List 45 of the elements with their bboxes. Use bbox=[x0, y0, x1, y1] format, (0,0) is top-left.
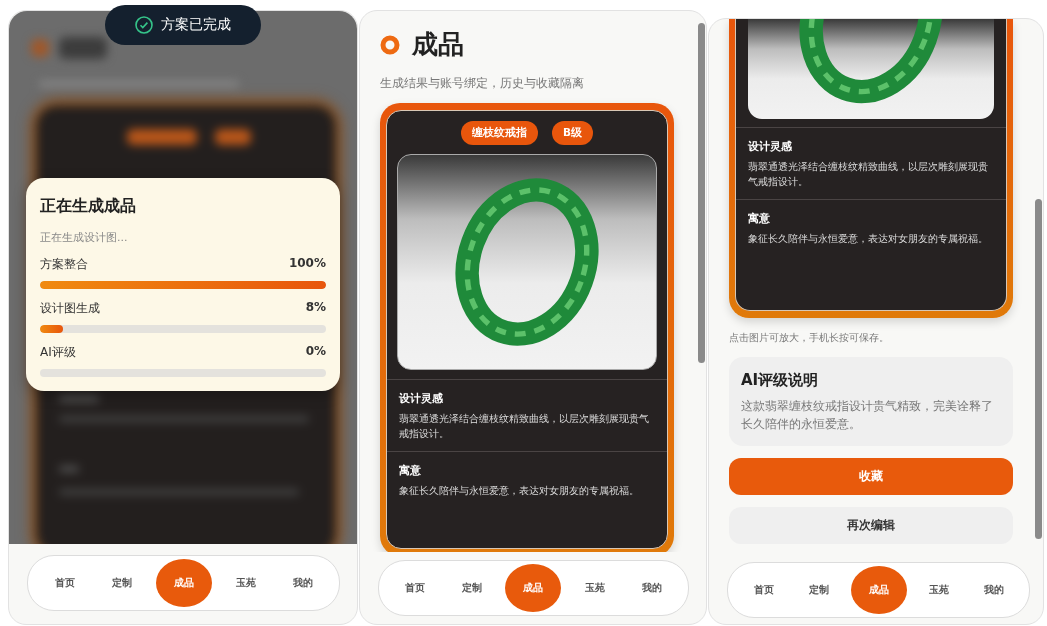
dialog-title: 正在生成成品 bbox=[40, 196, 137, 217]
check-circle-icon bbox=[135, 16, 153, 34]
nav-tab[interactable]: 定制 bbox=[795, 575, 842, 605]
section-text: 象征长久陪伴与永恒爱意，表达对女朋友的专属祝福。 bbox=[748, 232, 989, 246]
toast-text: 方案已完成 bbox=[161, 16, 231, 34]
nav-tab[interactable]: 首页 bbox=[392, 573, 439, 603]
section-heading: 设计灵感 bbox=[748, 139, 793, 154]
rating-title: AI评级说明 bbox=[741, 371, 820, 390]
nav-tab[interactable]: 成品 bbox=[155, 559, 212, 607]
section-text: 象征长久陪伴与永恒爱意，表达对女朋友的专属祝福。 bbox=[399, 484, 640, 498]
tag: B级 bbox=[552, 121, 593, 145]
step-label: 设计图生成 bbox=[40, 300, 100, 317]
step-percent: 8% bbox=[305, 300, 326, 316]
nav-tab[interactable]: 定制 bbox=[448, 573, 495, 603]
section-heading: 寓意 bbox=[748, 211, 771, 226]
edit-button[interactable]: 再次编辑 bbox=[729, 506, 1013, 544]
nav-tab[interactable]: 玉苑 bbox=[572, 573, 619, 603]
nav-tab[interactable]: 我的 bbox=[279, 568, 326, 598]
nav-tab[interactable]: 玉苑 bbox=[915, 575, 962, 605]
step-label: 方案整合 bbox=[40, 256, 88, 273]
step-percent: 0% bbox=[305, 344, 326, 360]
page-title: 成品 bbox=[412, 28, 464, 61]
step-percent: 100% bbox=[288, 256, 326, 272]
hint-text: 点击图片可放大，手机长按可保存。 bbox=[729, 332, 890, 345]
nav-tab[interactable]: 成品 bbox=[505, 564, 562, 612]
section-text: 翡翠通透光泽结合缠枝纹精致曲线，以层次雕刻展现贵气戒指设计。 bbox=[748, 160, 989, 189]
tag: 缠枝纹戒指 bbox=[461, 121, 538, 145]
photo-placeholder[interactable] bbox=[397, 154, 657, 370]
section-text: 翡翠通透光泽结合缠枝纹精致曲线，以层次雕刻展现贵气戒指设计。 bbox=[399, 412, 650, 441]
nav-tab[interactable]: 我的 bbox=[628, 573, 675, 603]
ring-logo-icon bbox=[380, 34, 400, 55]
nav-tab[interactable]: 我的 bbox=[970, 575, 1017, 605]
dialog-subtitle: 正在生成设计图... bbox=[40, 230, 129, 245]
photo-placeholder[interactable] bbox=[748, 19, 994, 119]
favorite-button[interactable]: 收藏 bbox=[729, 457, 1013, 495]
section-heading: 设计灵感 bbox=[399, 391, 444, 406]
section-heading: 寓意 bbox=[399, 463, 422, 478]
rating-text: 这款翡翠缠枝纹戒指设计贵气精致，完美诠释了长久陪伴的永恒爱意。 bbox=[741, 398, 994, 433]
nav-tab[interactable]: 首页 bbox=[41, 568, 88, 598]
page-subtitle: 生成结果与账号绑定，历史与收藏隔离 bbox=[380, 76, 585, 91]
step-label: AI评级 bbox=[40, 344, 76, 361]
nav-tab[interactable]: 成品 bbox=[850, 566, 907, 614]
nav-tab[interactable]: 定制 bbox=[98, 568, 145, 598]
nav-tab[interactable]: 玉苑 bbox=[222, 568, 269, 598]
nav-tab[interactable]: 首页 bbox=[740, 575, 787, 605]
